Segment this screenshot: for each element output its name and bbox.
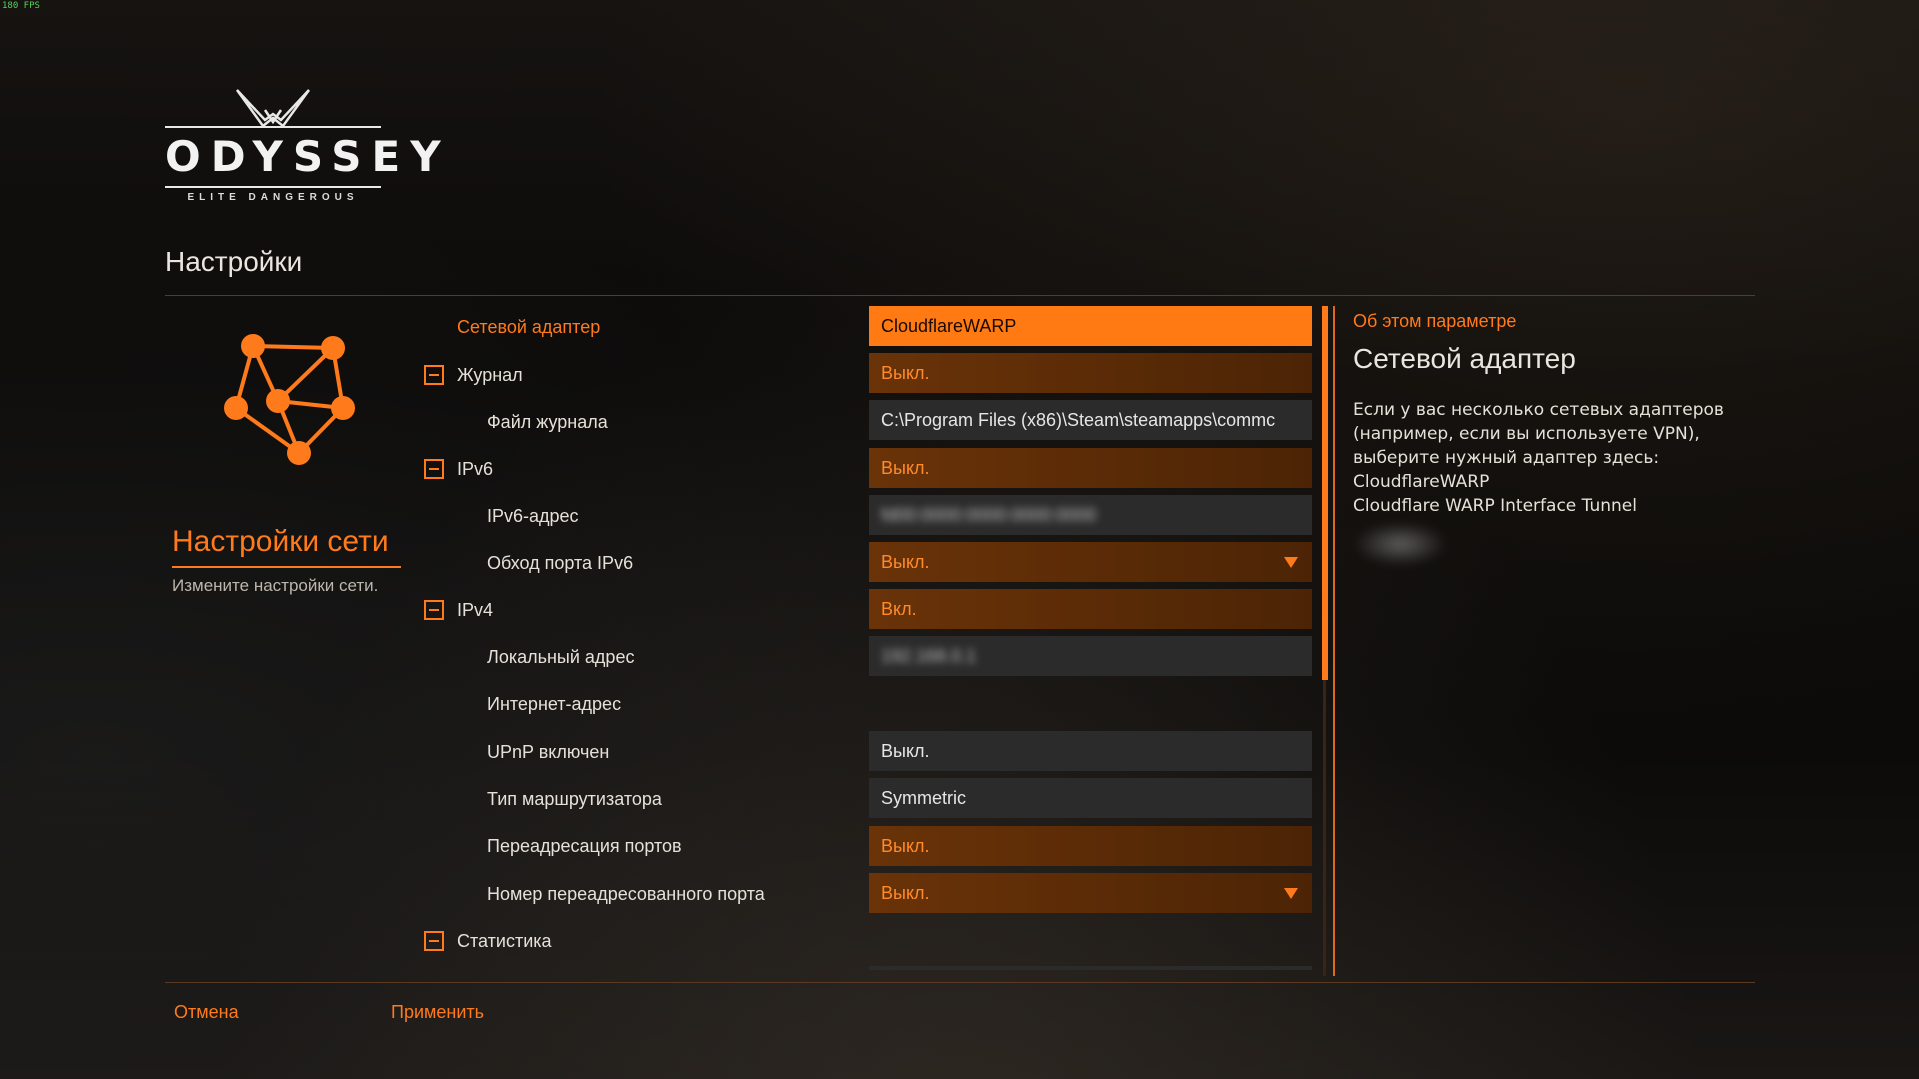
info-label: Об этом параметре [1353, 311, 1517, 331]
router-type-field: Symmetric [869, 778, 1312, 818]
label-statistics[interactable]: Статистика [457, 931, 552, 952]
page-title: Настройки [165, 246, 303, 277]
forwarded-port-value: Выкл. [881, 883, 930, 903]
network-icon [224, 334, 355, 465]
ipv6-port-bypass-value: Выкл. [881, 552, 930, 572]
info-line: (например, если вы используете VPN), [1353, 424, 1700, 444]
logo-top-line [165, 126, 381, 128]
network-adapter-field[interactable]: CloudflareWARP [869, 306, 1312, 346]
label-log-file[interactable]: Файл журнала [487, 412, 608, 433]
cancel-button[interactable]: Отмена [174, 1002, 239, 1023]
info-description: Если у вас несколько сетевых адаптеров (… [1353, 398, 1743, 518]
local-address-value: 192.168.0.1 [881, 646, 977, 666]
info-line: Cloudflare WARP Interface Tunnel [1353, 496, 1637, 516]
section-title: Настройки сети [172, 525, 389, 558]
info-line: CloudflareWARP [1353, 472, 1490, 492]
ipv6-address-value: fd00:0000:0000:0000:0000 [881, 505, 1097, 525]
label-router-type: Тип маршрутизатора [487, 789, 662, 809]
label-port-forwarding[interactable]: Переадресация портов [487, 836, 682, 857]
bottom-divider [165, 982, 1755, 983]
label-ipv6-port-bypass[interactable]: Обход порта IPv6 [487, 553, 633, 574]
logo-subtitle: ELITE DANGEROUS [187, 192, 359, 203]
label-internet-address: Интернет-адрес [487, 694, 622, 714]
log-field[interactable]: Выкл. [869, 353, 1312, 393]
forwarded-port-dropdown[interactable]: Выкл. [869, 873, 1312, 913]
info-divider [1333, 306, 1335, 976]
port-forwarding-field[interactable]: Выкл. [869, 826, 1312, 866]
apply-button[interactable]: Применить [391, 1002, 484, 1023]
next-field-edge [869, 966, 1312, 970]
label-network-adapter[interactable]: Сетевой адаптер [457, 317, 600, 338]
blurred-text [1353, 522, 1448, 566]
collapse-log-icon[interactable] [424, 365, 444, 385]
label-log[interactable]: Журнал [457, 365, 523, 386]
local-address-field: 192.168.0.1 [869, 636, 1312, 676]
info-line: выберите нужный адаптер здесь: [1353, 448, 1660, 468]
dropdown-arrow-icon[interactable] [1284, 557, 1298, 568]
ipv4-field[interactable]: Вкл. [869, 589, 1312, 629]
logo-wordmark: ODYSSEY [165, 132, 451, 181]
label-ipv6-address: IPv6-адрес [487, 506, 579, 526]
dropdown-arrow-icon[interactable] [1284, 888, 1298, 899]
label-ipv6[interactable]: IPv6 [457, 459, 493, 480]
log-file-field[interactable]: C:\Program Files (x86)\Steam\steamapps\c… [869, 400, 1312, 440]
section-description: Измените настройки сети. [172, 576, 379, 595]
info-line: Если у вас несколько сетевых адаптеров [1353, 400, 1724, 420]
top-divider [165, 295, 1755, 296]
info-title: Сетевой адаптер [1353, 343, 1576, 374]
fps-counter: 180 FPS [2, 1, 40, 11]
logo-bottom-line [165, 186, 381, 188]
label-forwarded-port[interactable]: Номер переадресованного порта [487, 884, 765, 905]
label-local-address: Локальный адрес [487, 647, 635, 667]
label-ipv4[interactable]: IPv4 [457, 600, 493, 621]
section-underline [172, 566, 401, 568]
ipv6-field[interactable]: Выкл. [869, 448, 1312, 488]
collapse-ipv6-icon[interactable] [424, 459, 444, 479]
ipv6-address-field: fd00:0000:0000:0000:0000 [869, 495, 1312, 535]
odyssey-logo: ODYSSEY ELITE DANGEROUS [165, 88, 451, 210]
upnp-field: Выкл. [869, 731, 1312, 771]
label-upnp: UPnP включен [487, 742, 610, 762]
scrollbar-thumb[interactable] [1322, 306, 1328, 680]
collapse-ipv4-icon[interactable] [424, 600, 444, 620]
collapse-stats-icon[interactable] [424, 931, 444, 951]
ipv6-port-bypass-dropdown[interactable]: Выкл. [869, 542, 1312, 582]
